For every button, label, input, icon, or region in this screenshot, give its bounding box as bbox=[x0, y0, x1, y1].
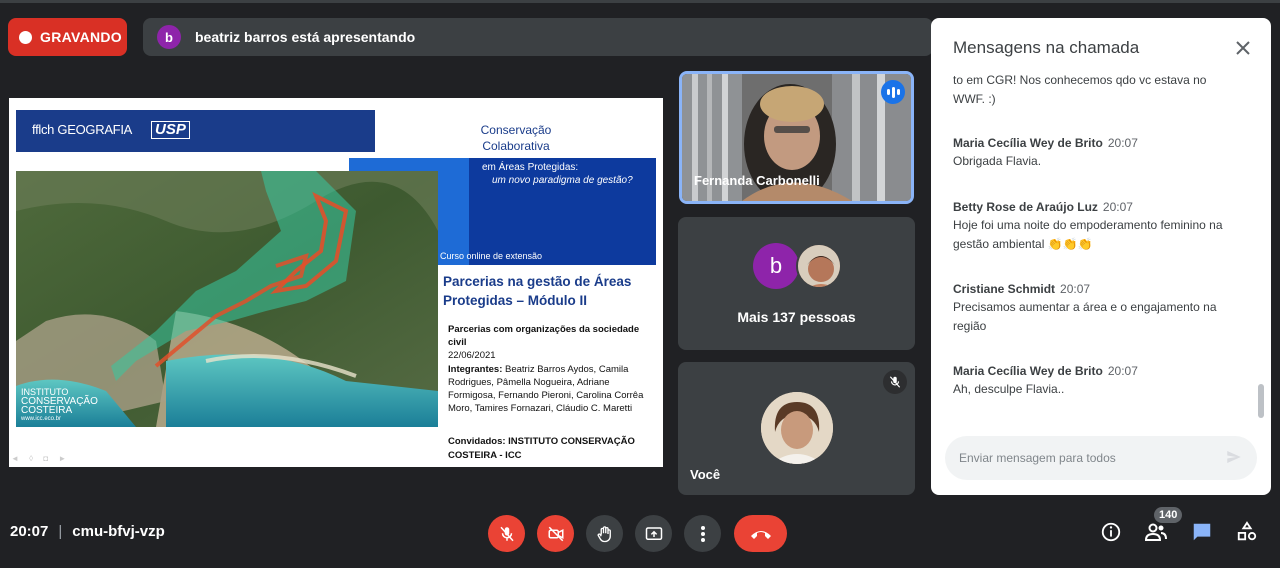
people-icon bbox=[1144, 523, 1167, 541]
recording-badge[interactable]: GRAVANDO bbox=[8, 18, 127, 56]
usp-logo: USP bbox=[151, 121, 190, 139]
speaking-icon bbox=[881, 80, 905, 104]
presenting-text: beatriz barros está apresentando bbox=[195, 29, 416, 45]
slide-details: Parcerias com organizações da sociedade … bbox=[448, 324, 644, 415]
meeting-details-button[interactable] bbox=[1096, 517, 1126, 547]
participant-tile-self[interactable]: Você bbox=[678, 362, 915, 495]
slide-subtitle: em Áreas Protegidas: um novo paradigma d… bbox=[482, 162, 633, 186]
present-screen-icon bbox=[645, 526, 662, 540]
participants-count-badge: 140 bbox=[1154, 507, 1183, 523]
chat-message-input[interactable] bbox=[959, 451, 1209, 465]
chat-message: Maria Cecília Wey de Brito 20:07 Obrigada… bbox=[953, 136, 1138, 168]
participant-tile-speaker[interactable]: Fernanda Carbonelli bbox=[679, 71, 914, 204]
self-avatar-photo bbox=[761, 392, 833, 464]
top-edge bbox=[0, 0, 1280, 3]
presenter-avatar: b bbox=[157, 25, 181, 49]
send-icon[interactable] bbox=[1225, 448, 1243, 471]
participant-tile-others[interactable]: b Mais 137 pessoas bbox=[678, 217, 915, 350]
chat-scrollbar[interactable] bbox=[1258, 384, 1264, 418]
presentation-slide: fflch GEOGRAFIA USP Conservação Colabora… bbox=[9, 98, 663, 467]
mic-off-icon bbox=[499, 526, 514, 541]
meeting-info-separator: | bbox=[58, 523, 63, 540]
present-screen-button[interactable] bbox=[635, 515, 672, 552]
slide-course-label: Curso online de extensão bbox=[440, 251, 543, 261]
meeting-time: 20:07 bbox=[10, 523, 49, 540]
raise-hand-button[interactable] bbox=[586, 515, 623, 552]
chat-panel: Mensagens na chamada to em CGR! Nos conh… bbox=[931, 18, 1271, 495]
self-name: Você bbox=[690, 467, 721, 482]
fflch-logo: fflch GEOGRAFIA bbox=[32, 122, 133, 137]
participant-avatar-b: b bbox=[753, 243, 799, 289]
close-icon[interactable] bbox=[1231, 36, 1255, 60]
camera-off-icon bbox=[548, 526, 563, 541]
info-icon bbox=[1101, 522, 1121, 542]
participant-avatar-photo bbox=[796, 243, 842, 289]
presenting-bar: b beatriz barros está apresentando bbox=[143, 18, 933, 56]
slide-module-title: Parcerias na gestão de Áreas Protegidas … bbox=[443, 274, 632, 308]
chat-message: Betty Rose de Araújo Luz 20:07 Hoje foi u… bbox=[953, 200, 1223, 251]
leave-call-button[interactable] bbox=[734, 515, 787, 552]
chat-message: Maria Cecília Wey de Brito 20:07 Ah, desc… bbox=[953, 364, 1138, 396]
activities-icon bbox=[1237, 521, 1257, 541]
activities-button[interactable] bbox=[1232, 517, 1262, 547]
meeting-info: 20:07 | cmu-bfvj-vzp bbox=[10, 523, 165, 540]
chat-message: Cristiane Schmidt 20:07 Precisamos aument… bbox=[953, 282, 1217, 333]
slide-nav-controls[interactable]: ◄ ◊ ◘ ► bbox=[11, 454, 70, 463]
slide-header-band: fflch GEOGRAFIA USP bbox=[16, 110, 375, 152]
raise-hand-icon bbox=[597, 525, 611, 542]
camera-toggle-button[interactable] bbox=[537, 515, 574, 552]
more-options-button[interactable] bbox=[684, 515, 721, 552]
chat-message-list[interactable]: to em CGR! Nos conhecemos qdo vc estava … bbox=[953, 71, 1248, 441]
more-vert-icon bbox=[700, 525, 705, 542]
chat-message-partial: to em CGR! Nos conhecemos qdo vc estava … bbox=[953, 73, 1207, 106]
chat-button[interactable] bbox=[1187, 517, 1217, 547]
chat-title: Mensagens na chamada bbox=[953, 38, 1140, 57]
slide-title: Conservação Colaborativa bbox=[480, 123, 552, 153]
icc-logo: INSTITUTO CONSERVAÇÃO COSTEIRA www.icc.e… bbox=[21, 387, 98, 423]
mic-off-icon bbox=[883, 370, 907, 394]
record-dot-icon bbox=[19, 30, 32, 44]
others-count-label: Mais 137 pessoas bbox=[737, 309, 856, 325]
slide-guests: Convidados: INSTITUTO CONSERVAÇÃO COSTEI… bbox=[448, 436, 635, 461]
speaker-name: Fernanda Carbonelli bbox=[694, 173, 820, 188]
chat-input-box[interactable] bbox=[945, 436, 1257, 480]
chat-icon bbox=[1193, 523, 1211, 541]
hang-up-icon bbox=[750, 530, 771, 539]
meeting-code: cmu-bfvj-vzp bbox=[72, 523, 165, 540]
recording-label: GRAVANDO bbox=[40, 29, 122, 45]
mic-toggle-button[interactable] bbox=[488, 515, 525, 552]
